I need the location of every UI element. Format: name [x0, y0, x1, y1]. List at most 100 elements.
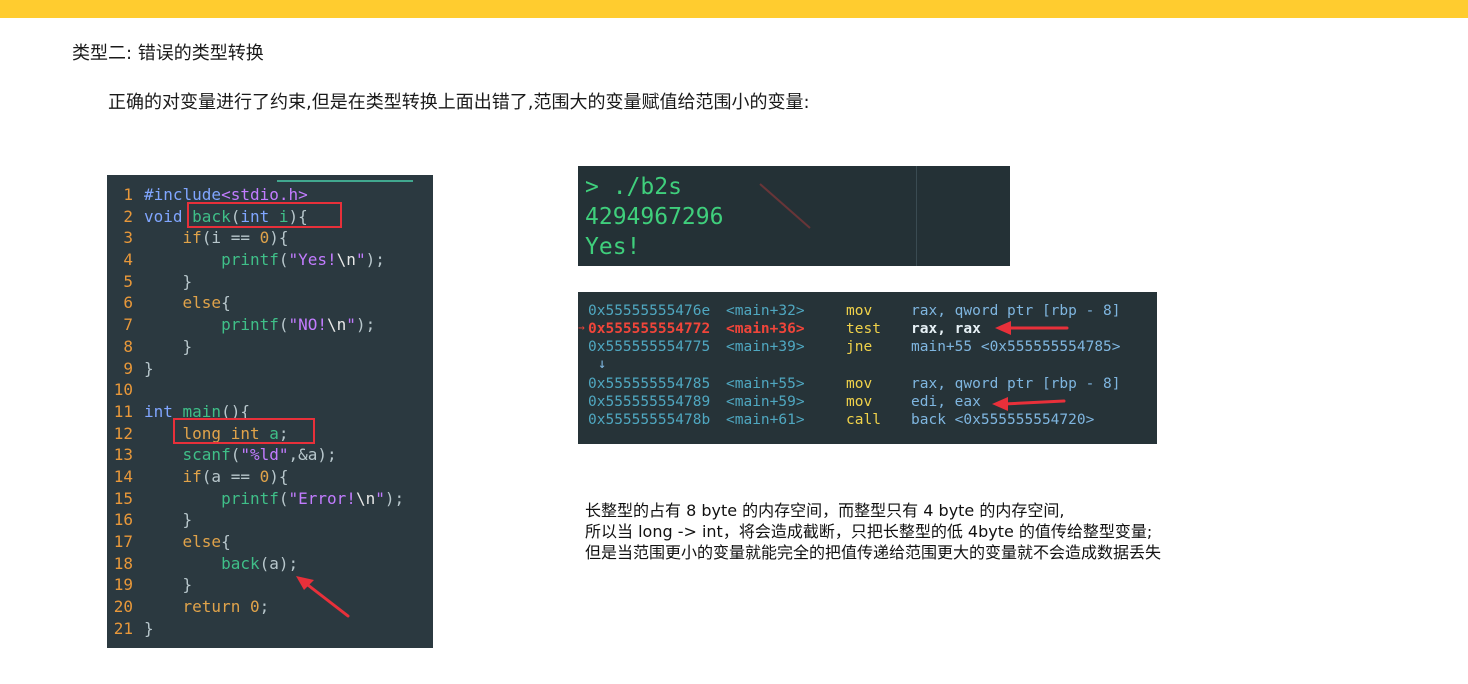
- instruction-operands: back <0x555555554720>: [911, 412, 1095, 428]
- instruction-symbol: <main+32>: [726, 303, 805, 319]
- code-token: "Yes!: [288, 250, 337, 270]
- code-token: ": [375, 488, 385, 508]
- explanation-line: 但是当范围更小的变量就能完全的把值传递给范围更大的变量就不会造成数据丢失: [585, 543, 1162, 562]
- code-token: ){: [269, 466, 289, 486]
- code-line: 9}: [107, 358, 433, 380]
- line-number: 16: [113, 510, 133, 530]
- line-number: 12: [113, 423, 133, 443]
- code-line: 8 }: [107, 336, 433, 358]
- instruction-symbol: <main+61>: [726, 412, 805, 428]
- code-text: printf("Yes!\n");: [133, 249, 385, 271]
- code-token: (: [278, 315, 289, 335]
- instruction-address: 0x555555554789: [588, 394, 711, 410]
- code-text: scanf("%ld",&a);: [133, 444, 337, 466]
- code-token: (: [278, 250, 289, 270]
- code-token: ;: [259, 597, 270, 617]
- arrow-icon: [995, 321, 1069, 335]
- code-token: "%ld": [240, 445, 289, 465]
- line-number: 15: [113, 488, 133, 508]
- instruction-mnemonic: test: [846, 321, 881, 337]
- code-token: \n: [355, 488, 376, 508]
- code-token: (a);: [259, 553, 299, 573]
- instruction-address: 0x55555555476e: [588, 303, 711, 319]
- code-text: }: [133, 358, 154, 380]
- instruction-symbol: <main+39>: [726, 339, 805, 355]
- terminal-command: > ./b2s: [585, 174, 682, 200]
- arrow-icon: [992, 397, 1066, 411]
- code-token: scanf: [182, 445, 231, 465]
- code-line: 3 if(i == 0){: [107, 227, 433, 249]
- code-token: ": [355, 250, 366, 270]
- terminal-cropped-prompt: ▀▀▀▀▀ ▀▀▀ ▀▀▀▀ ▀▀: [578, 166, 838, 179]
- code-token: ": [346, 315, 356, 335]
- line-number: 6: [123, 293, 133, 313]
- code-token: back: [221, 553, 260, 573]
- top-accent-bar: [0, 0, 1468, 18]
- code-text: back(a);: [133, 553, 298, 575]
- code-token: (: [278, 488, 289, 508]
- code-line: 18 back(a);: [107, 553, 433, 575]
- code-text: if(i == 0){: [133, 227, 289, 249]
- line-number: 2: [123, 206, 133, 226]
- section-description: 正确的对变量进行了约束,但是在类型转换上面出错了,范围大的变量赋值给范围小的变量…: [108, 92, 810, 113]
- instruction-operands: main+55 <0x555555554785>: [911, 339, 1121, 355]
- code-token: \n: [336, 250, 356, 270]
- code-token: 0: [259, 228, 270, 248]
- code-token: ){: [269, 228, 289, 248]
- line-number: 3: [123, 228, 133, 248]
- instruction-symbol: <main+55>: [726, 376, 805, 392]
- line-number: 7: [123, 315, 133, 335]
- code-token: }: [144, 618, 154, 638]
- terminal-output-result: Yes!: [585, 234, 641, 260]
- line-number: 5: [123, 271, 133, 291]
- code-token: );: [355, 315, 376, 335]
- line-number: 10: [113, 380, 133, 400]
- code-text: }: [133, 509, 193, 531]
- code-token: {: [221, 293, 231, 313]
- disasm-row: 0x555555554775 <main+39> jne main+55 <0x555…: [588, 338, 1148, 356]
- instruction-operands: rax, rax: [911, 321, 981, 337]
- disasm-row: 0x55555555478b <main+61> call back <0x55555…: [588, 411, 1148, 429]
- terminal-output-panel: ▀▀▀▀▀ ▀▀▀ ▀▀▀▀ ▀▀ > ./b2s 4294967296 Yes…: [578, 166, 1010, 266]
- instruction-address: 0x555555554785: [588, 376, 711, 392]
- code-line: 6 else{: [107, 292, 433, 314]
- code-token: printf: [221, 250, 279, 270]
- code-token: (i ==: [201, 228, 260, 248]
- disasm-row: 0x555555554785 <main+55> mov rax, qword ptr…: [588, 375, 1148, 393]
- code-text: printf("NO!\n");: [133, 314, 375, 336]
- code-token: 0: [249, 597, 260, 617]
- code-token: else: [182, 532, 222, 551]
- code-token: 0: [259, 466, 270, 486]
- instruction-mnemonic: mov: [846, 303, 873, 319]
- code-token: );: [365, 250, 385, 270]
- line-number: 9: [123, 358, 133, 378]
- code-text: }: [133, 271, 193, 293]
- line-number: 1: [123, 185, 133, 204]
- code-token: {: [221, 532, 231, 551]
- instruction-address: 0x555555554775: [588, 339, 711, 355]
- code-token: return: [182, 597, 250, 617]
- current-instruction-pointer-icon: →: [578, 321, 585, 334]
- source-code-panel: 1 #include<stdio.h> 2 void back(int i){3 if…: [107, 175, 433, 648]
- code-line: 4 printf("Yes!\n");: [107, 249, 433, 271]
- code-token: printf: [221, 488, 279, 508]
- code-token: "NO!: [288, 315, 328, 335]
- source-code-lines: 1 #include<stdio.h> 2 void back(int i){3 if…: [107, 184, 433, 639]
- code-text: }: [133, 336, 193, 358]
- line-number: 4: [123, 250, 133, 270]
- line-number: 20: [113, 597, 133, 617]
- highlight-box-function-signature: [187, 202, 342, 228]
- code-text: }: [133, 574, 193, 596]
- line-number: 11: [113, 401, 133, 421]
- code-line: 17 else{: [107, 531, 433, 553]
- code-line: 5 }: [107, 271, 433, 293]
- code-line: 16 }: [107, 509, 433, 531]
